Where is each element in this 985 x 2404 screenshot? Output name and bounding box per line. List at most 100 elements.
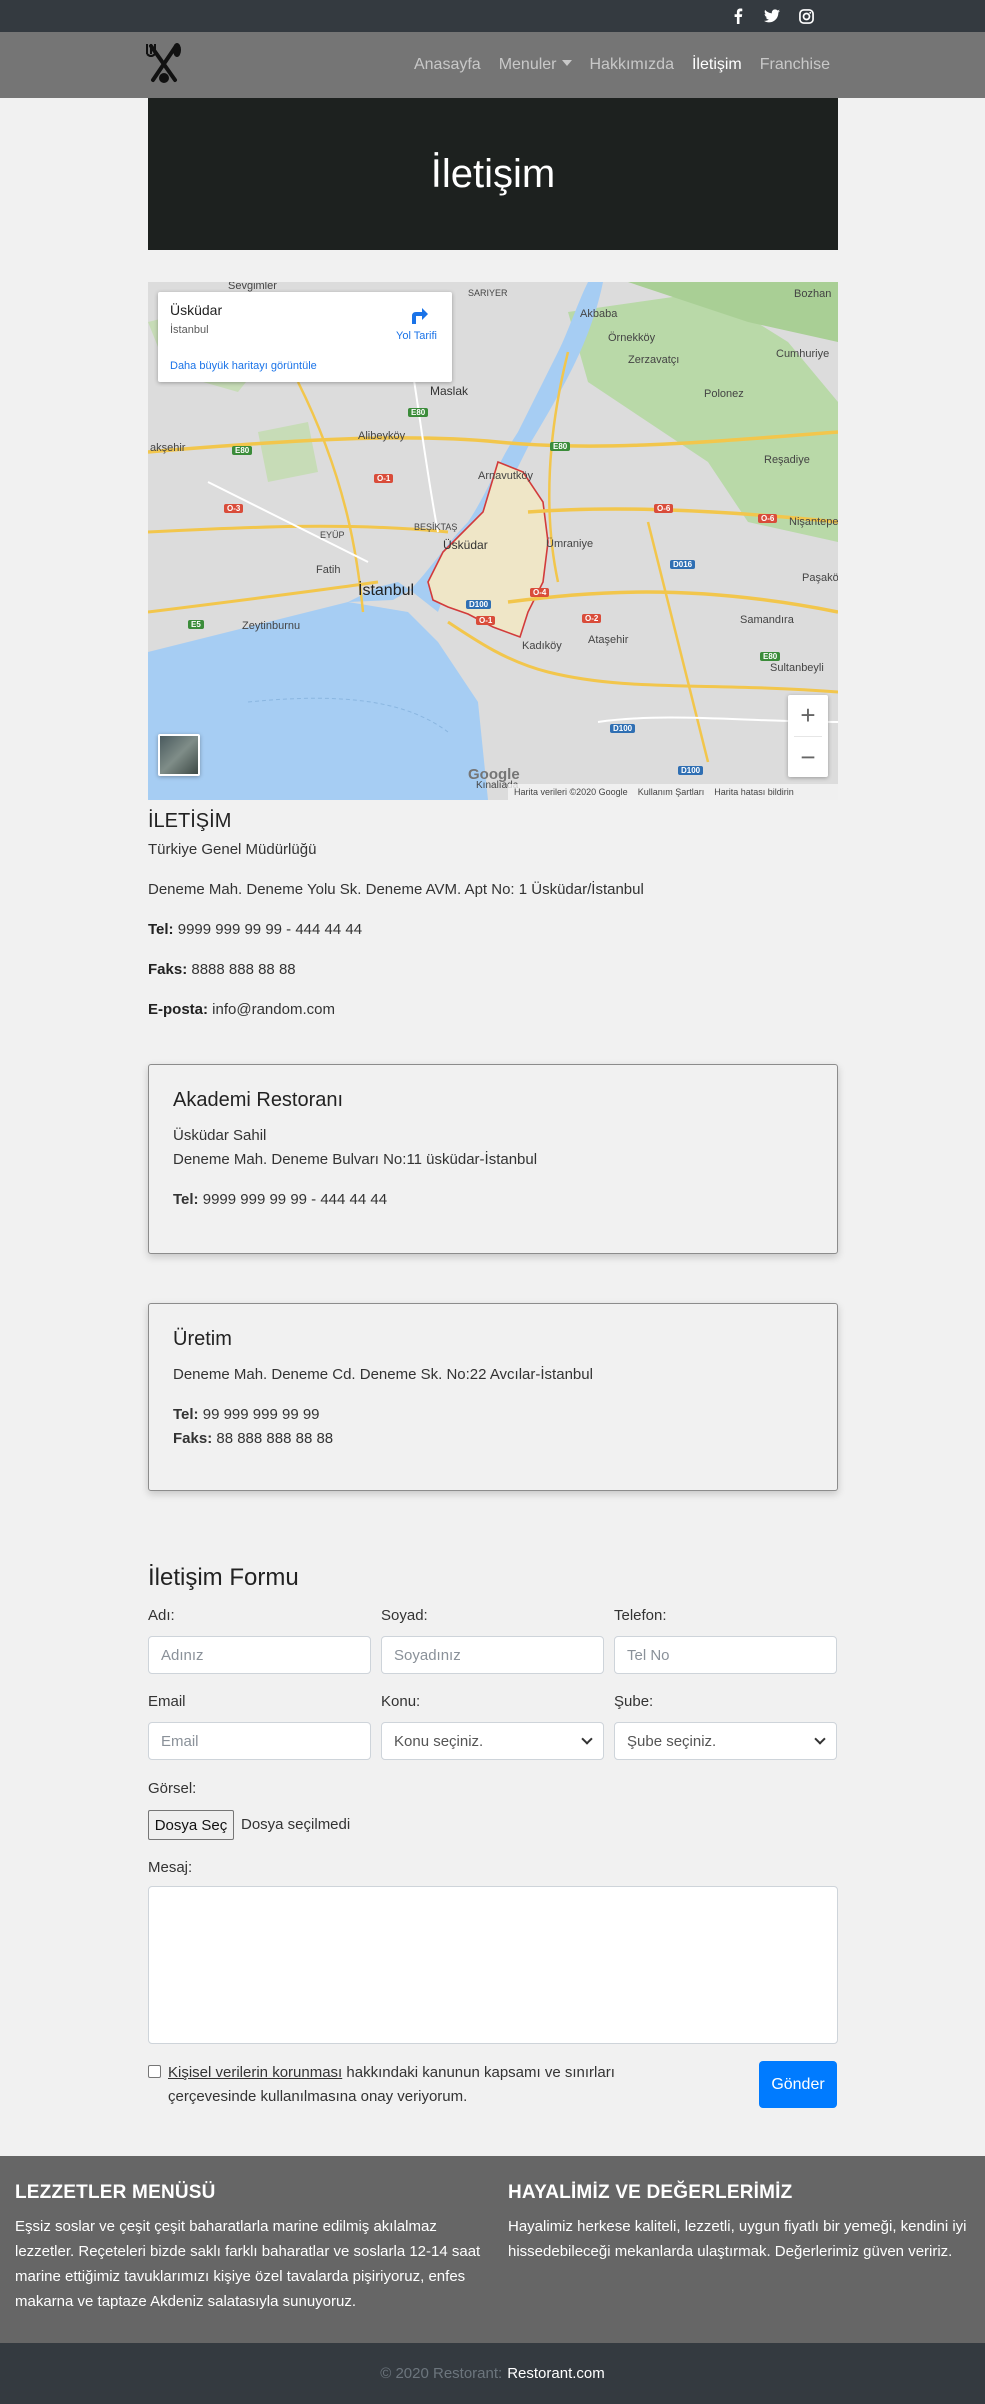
name-label: Adı: (148, 1607, 175, 1624)
image-label: Görsel: (148, 1780, 197, 1797)
page-hero: İletişim (148, 98, 838, 250)
directions-link[interactable]: Yol Tarifi (396, 330, 437, 342)
phone-value: 9999 999 99 99 - 444 44 44 (177, 921, 363, 938)
branch-phone: Tel: 99 999 999 99 99 (173, 1403, 813, 1427)
instagram-icon[interactable] (797, 7, 815, 25)
nav-menus-dropdown[interactable]: Menuler (499, 56, 572, 74)
map-label-besiktas: BEŞİKTAŞ (414, 522, 458, 532)
page-title: İletişim (430, 151, 556, 196)
site-link[interactable]: Restorant.com (507, 2365, 605, 2382)
map-label-umraniye: Ümraniye (546, 538, 594, 550)
footer-menu-title: LEZZETLER MENÜSÜ (15, 2182, 216, 2203)
road-shield: O-6 (758, 514, 778, 523)
map-label-atasehir: Ataşehir (588, 634, 629, 646)
facebook-icon[interactable] (729, 7, 747, 25)
chevron-down-icon (581, 1733, 593, 1745)
contact-form-title: İletişim Formu (148, 1564, 299, 1591)
branch-line: Üsküdar Sahil (173, 1127, 267, 1144)
email-input[interactable]: Email (148, 1722, 371, 1760)
map-label-sevgimler: Sevgimler (228, 282, 277, 292)
directions-icon[interactable] (408, 304, 430, 326)
subject-select-value: Konu seçiniz. (394, 1732, 484, 1750)
email-label: E-posta: (148, 1001, 208, 1018)
consent-text: Kişisel verilerin korunması hakkındaki k… (168, 2061, 688, 2109)
copyright-text: © 2020 Restorant: (380, 2365, 503, 2382)
bigger-map-link[interactable]: Daha büyük haritayı görüntüle (170, 360, 317, 372)
satellite-toggle[interactable] (158, 734, 200, 776)
map-label-nisantepe: Nişantepe (789, 516, 838, 528)
main-navbar: Anasayfa Menuler Hakkımızda İletişim Fra… (0, 32, 985, 98)
road-shield: D016 (670, 560, 696, 569)
submit-button[interactable]: Gönder (759, 2061, 837, 2108)
file-choose-button[interactable]: Dosya Seç (148, 1810, 234, 1840)
footer-values-text: Hayalimiz herkese kaliteli, lezzetli, uy… (508, 2218, 967, 2260)
branch-phone-label: Tel: (173, 1406, 199, 1423)
nav-contact[interactable]: İletişim (692, 56, 742, 74)
office-name: Türkiye Genel Müdürlüğü (148, 841, 317, 858)
map-label-kadikoy: Kadıköy (522, 640, 562, 652)
branch-address: Deneme Mah. Deneme Cd. Deneme Sk. No:22 … (173, 1366, 593, 1383)
subject-select[interactable]: Konu seçiniz. (381, 1722, 604, 1760)
map-label-pasakoy: Paşakö (802, 572, 838, 584)
road-shield: E5 (188, 620, 204, 629)
nav-menu: Anasayfa Menuler Hakkımızda İletişim Fra… (414, 56, 830, 74)
road-shield: O-2 (582, 614, 602, 623)
message-label: Mesaj: (148, 1859, 193, 1876)
consent-link[interactable]: Kişisel verilerin korunması (168, 2064, 342, 2081)
consent-checkbox[interactable] (148, 2065, 161, 2078)
road-shield: O-4 (530, 588, 550, 597)
footer-menu-column: LEZZETLER MENÜSÜ Eşsiz soslar ve çeşit ç… (15, 2182, 485, 2314)
social-links (729, 7, 815, 25)
chevron-down-icon (814, 1733, 826, 1745)
footer: LEZZETLER MENÜSÜ Eşsiz soslar ve çeşit ç… (0, 2156, 985, 2343)
name-input[interactable]: Adınız (148, 1636, 371, 1674)
caret-down-icon (561, 60, 572, 66)
nav-menus-label: Menuler (498, 56, 557, 73)
road-shield: E80 (232, 446, 253, 455)
subject-label: Konu: (381, 1693, 421, 1710)
contact-info: İLETİŞİM Türkiye Genel Müdürlüğü Deneme … (148, 810, 838, 1039)
nav-franchise[interactable]: Franchise (760, 56, 830, 74)
branch-fax-label: Faks: (173, 1430, 213, 1447)
copyright-bar: © 2020 Restorant: Restorant.com (0, 2343, 985, 2404)
branch-select-value: Şube seçiniz. (627, 1732, 717, 1750)
zoom-out-button[interactable]: − (788, 737, 828, 778)
zoom-in-button[interactable]: + (788, 695, 828, 736)
branch-address: Deneme Mah. Deneme Bulvarı No:11 üsküdar… (173, 1151, 538, 1168)
map-zoom-controls: + − (788, 695, 828, 777)
branch-select[interactable]: Şube seçiniz. (614, 1722, 837, 1760)
surname-input[interactable]: Soyadınız (381, 1636, 604, 1674)
map-label-bozhan: Bozhan (794, 288, 832, 300)
map-data-credit: Harita verileri ©2020 Google (514, 787, 628, 797)
map-report-link[interactable]: Harita hatası bildirin (714, 787, 794, 797)
branch-card: Üretim Deneme Mah. Deneme Cd. Deneme Sk.… (148, 1303, 838, 1491)
branch-phone-value: 9999 999 99 99 - 444 44 44 (202, 1191, 388, 1208)
branch-title: Üretim (173, 1328, 232, 1350)
email-value[interactable]: info@random.com (212, 1001, 335, 1018)
footer-menu-text: Eşsiz soslar ve çeşit çeşit baharatlarla… (15, 2218, 481, 2310)
map-label-uskudar: Üsküdar (443, 538, 488, 552)
road-shield: D100 (466, 600, 492, 609)
twitter-icon[interactable] (763, 7, 781, 25)
restaurant-logo[interactable] (145, 42, 183, 86)
phone-label: Tel: (148, 921, 174, 938)
map-label-istanbul: İstanbul (358, 582, 415, 599)
fax-value: 8888 888 88 88 (191, 961, 296, 978)
branch-fax: Faks: 88 888 888 88 88 (173, 1427, 813, 1451)
message-textarea[interactable] (148, 1886, 838, 2044)
phone-input[interactable]: Tel No (614, 1636, 837, 1674)
google-map[interactable]: Sevgimler SARIYER Akbaba Bozhan Örnekköy… (148, 282, 838, 800)
map-label-maslak: Maslak (430, 384, 469, 398)
branch-fax-value: 88 888 888 88 88 (216, 1430, 334, 1447)
road-shield: O-1 (476, 616, 496, 625)
road-shield: O-1 (374, 474, 394, 483)
road-shield: E80 (408, 408, 429, 417)
map-label-polonez: Polonez (704, 388, 744, 400)
road-shield: E80 (550, 442, 571, 451)
nav-home[interactable]: Anasayfa (414, 56, 481, 74)
map-place-city: İstanbul (170, 324, 209, 336)
map-label-zerzavatci: Zerzavatçı (628, 354, 680, 366)
branch-phone: Tel: 9999 999 99 99 - 444 44 44 (173, 1188, 813, 1212)
nav-about[interactable]: Hakkımızda (590, 56, 674, 74)
map-terms-link[interactable]: Kullanım Şartları (638, 787, 705, 797)
